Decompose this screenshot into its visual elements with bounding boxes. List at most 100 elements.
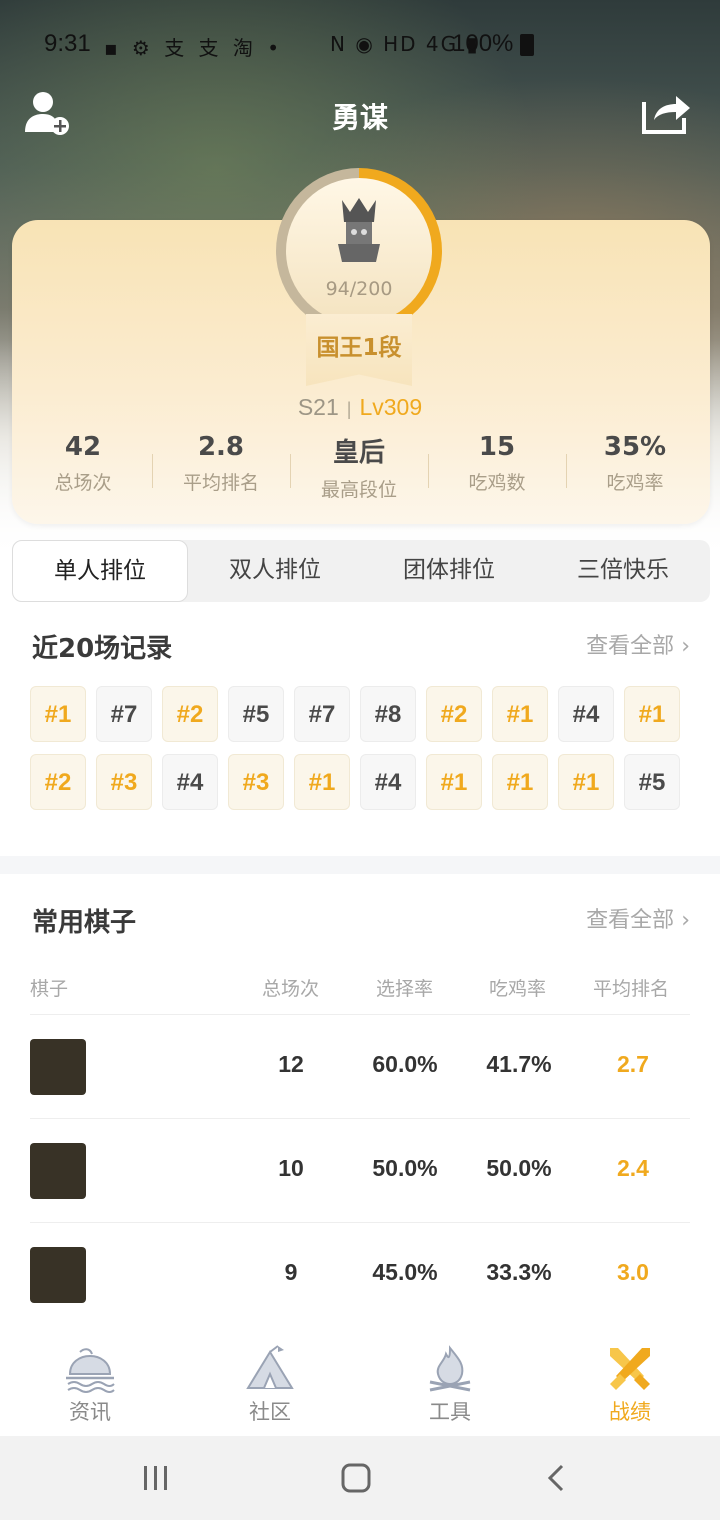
level-label: Lv309 [359,394,423,420]
record-chip[interactable]: #5 [624,754,680,810]
chevron-right-icon: › [681,908,690,933]
piece-avatar [30,1247,86,1303]
view-all-label: 查看全部 [586,908,675,933]
season-level: S21 | Lv309 [0,394,720,421]
record-chip[interactable]: #2 [162,686,218,742]
nav-tools[interactable]: 工具 [360,1330,540,1436]
cell-avg-rank: 2.4 [617,1155,649,1181]
record-chip[interactable]: #1 [492,754,548,810]
recent-apps-icon[interactable] [136,1462,176,1494]
stat-wins: 15 吃鸡数 [428,432,566,502]
stat-value: 35% [603,432,667,462]
tab-team-ranked[interactable]: 团体排位 [362,540,536,602]
cell-total: 9 [284,1259,298,1285]
cell-win-rate: 33.3% [486,1259,552,1285]
island-icon [66,1348,115,1393]
home-icon[interactable] [336,1462,376,1494]
rank-name: 国王1段 [316,335,402,361]
tab-solo-ranked[interactable]: 单人排位 [12,540,188,602]
king-emblem-icon [338,198,380,262]
stat-avg-rank: 2.8 平均排名 [152,432,290,502]
stat-value: 42 [64,432,102,462]
view-all-label: 查看全部 [586,634,675,659]
cell-total: 10 [278,1155,304,1181]
campfire-icon [429,1345,471,1392]
page-title: 勇谋 [331,101,388,134]
record-chip[interactable]: #3 [228,754,284,810]
col-avg-rank: 平均排名 [593,978,670,1000]
recent-records-title: 近20场记录 [32,634,173,664]
stat-label: 吃鸡率 [606,472,664,494]
rank-badge: 94/200 [286,178,432,324]
status-bar: 9:31 ▪ ⚙ 支 支 淘 • N ◉ HD 4G ▮ 100% [0,28,720,62]
nav-label: 资讯 [69,1400,111,1424]
cell-win-rate: 50.0% [486,1155,552,1181]
record-chip[interactable]: #2 [426,686,482,742]
status-time: 9:31 [44,30,91,57]
mode-tabs: 单人排位 双人排位 团体排位 三倍快乐 [12,540,710,602]
nav-community[interactable]: 社区 [180,1330,360,1436]
bottom-nav: 资讯 社区 工具 战绩 [0,1330,720,1436]
stat-value: 15 [478,432,516,462]
piece-avatar [30,1143,86,1199]
record-chip[interactable]: #1 [624,686,680,742]
stat-label: 最高段位 [320,479,397,501]
records-grid: #1 #7 #2 #5 #7 #8 #2 #1 #4 #1 #2 #3 #4 #3 #1 #4 #1 #1 #1 #5 [30,686,690,810]
record-chip[interactable]: #1 [426,754,482,810]
battery-icon [520,34,534,56]
col-piece: 棋子 [30,978,69,1000]
nav-label: 工具 [429,1400,471,1424]
cell-pick-rate: 50.0% [372,1155,438,1181]
record-chip[interactable]: #1 [294,754,350,810]
season-separator: | [346,399,352,419]
nav-news[interactable]: 资讯 [0,1330,180,1436]
pieces-view-all-link[interactable]: 查看全部 › [586,902,690,934]
tab-duo-ranked[interactable]: 双人排位 [188,540,362,602]
rank-progress-text: 94/200 [325,278,393,300]
record-chip[interactable]: #2 [30,754,86,810]
stat-value: 皇后 [332,438,385,468]
nav-label: 社区 [249,1400,291,1424]
season-label: S21 [297,394,339,420]
back-icon[interactable] [538,1462,578,1494]
record-chip[interactable]: #4 [558,686,614,742]
stat-label: 总场次 [54,472,112,494]
section-divider [0,856,720,874]
notification-icons: ▪ ⚙ 支 支 淘 • [104,36,284,60]
crossed-swords-icon [610,1348,650,1390]
system-nav-bar [0,1436,720,1520]
stat-total-games: 42 总场次 [14,432,152,502]
col-win-rate: 吃鸡率 [489,978,547,1000]
record-chip[interactable]: #8 [360,686,416,742]
record-chip[interactable]: #7 [294,686,350,742]
top-nav: 勇谋 [0,84,720,144]
record-chip[interactable]: #4 [162,754,218,810]
battery-percent: 100% [452,30,514,57]
record-chip[interactable]: #4 [360,754,416,810]
table-row[interactable]: 12 60.0% 41.7% 2.7 [30,1014,690,1118]
record-chip[interactable]: #1 [30,686,86,742]
col-total: 总场次 [262,978,320,1000]
cell-pick-rate: 60.0% [372,1051,438,1077]
record-chip[interactable]: #1 [492,686,548,742]
stat-highest-tier: 皇后 最高段位 [290,432,428,502]
cell-total: 12 [278,1051,304,1077]
tab-triple-fun[interactable]: 三倍快乐 [536,540,710,602]
piece-avatar [30,1039,86,1095]
record-chip[interactable]: #5 [228,686,284,742]
record-chip[interactable]: #3 [96,754,152,810]
table-row[interactable]: 9 45.0% 33.3% 3.0 [30,1222,690,1326]
recent-view-all-link[interactable]: 查看全部 › [586,628,690,660]
share-icon[interactable] [640,88,692,136]
stat-win-rate: 35% 吃鸡率 [566,432,704,502]
record-chip[interactable]: #1 [558,754,614,810]
record-chip[interactable]: #7 [96,686,152,742]
nav-records[interactable]: 战绩 [540,1330,720,1436]
cell-avg-rank: 3.0 [617,1259,649,1285]
stat-value: 2.8 [197,432,245,462]
stat-label: 吃鸡数 [468,472,526,494]
tent-icon [246,1345,294,1389]
table-row[interactable]: 10 50.0% 50.0% 2.4 [30,1118,690,1222]
rank-progress-ring: 94/200 [276,168,442,334]
stat-label: 平均排名 [182,472,259,494]
